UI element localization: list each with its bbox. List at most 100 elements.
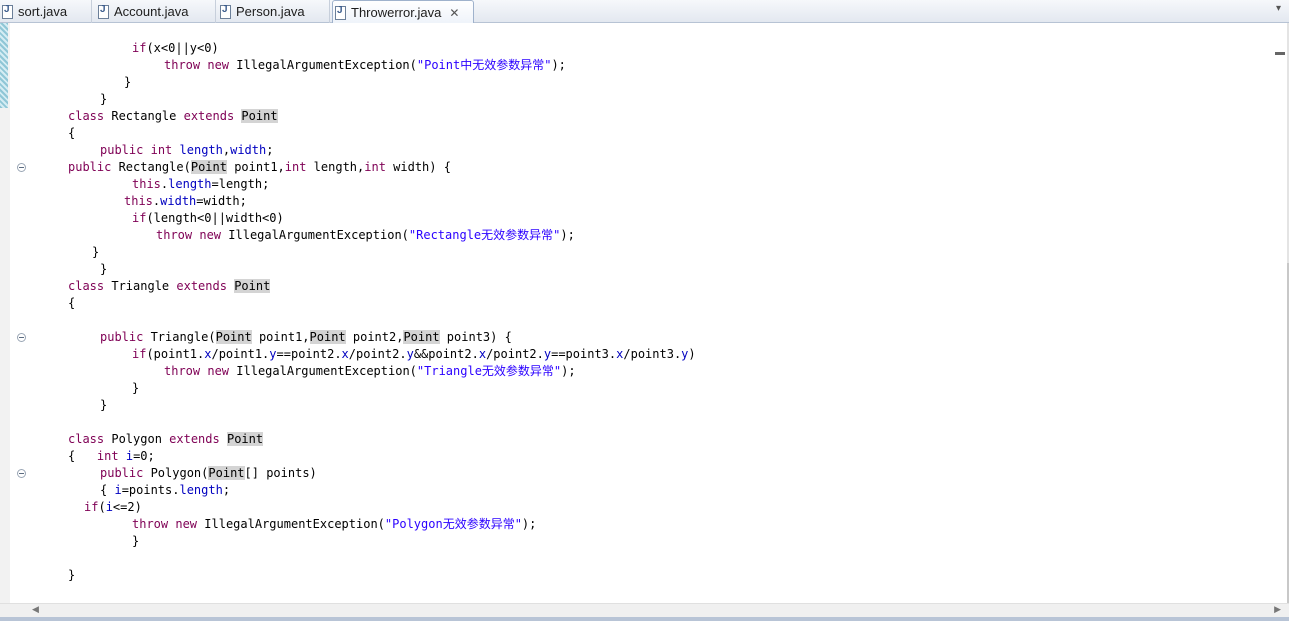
code-line[interactable]: { [68, 295, 75, 312]
code-line[interactable]: public int length,width; [100, 142, 273, 159]
code-line[interactable]: } [132, 533, 139, 550]
code-token: Triangle( [143, 330, 216, 344]
keyword-token: class [68, 279, 105, 293]
code-token: /point2. [348, 347, 407, 361]
highlighted-token: Point [226, 432, 264, 446]
string-token: "Rectangle无效参数异常" [408, 228, 561, 242]
tab-person-java[interactable]: Person.java [218, 0, 330, 23]
code-line[interactable]: throw new IllegalArgumentException("Poly… [132, 516, 536, 533]
code-token: Rectangle [104, 109, 184, 123]
field-token: x [341, 347, 349, 361]
keyword-token: public [100, 466, 144, 480]
code-line[interactable]: if(i<=2) [84, 499, 142, 516]
collapse-fold-icon[interactable] [17, 163, 26, 172]
code-line[interactable]: } [100, 397, 107, 414]
code-token: { [100, 483, 115, 497]
keyword-token: if [84, 500, 99, 514]
code-token: { [68, 126, 76, 140]
code-token: /point3. [623, 347, 682, 361]
code-token: =points. [121, 483, 180, 497]
scroll-left-icon[interactable]: ◀ [32, 604, 39, 615]
code-token: { [68, 296, 76, 310]
field-token: y [269, 347, 277, 361]
code-line[interactable]: if(x<0||y<0) [132, 40, 219, 57]
keyword-token: class [68, 432, 105, 446]
chevron-down-icon[interactable]: ▾ [1276, 3, 1281, 14]
code-line[interactable]: class Triangle extends Point [68, 278, 271, 295]
code-line[interactable]: throw new IllegalArgumentException("Rect… [156, 227, 575, 244]
code-line[interactable]: class Polygon extends Point [68, 431, 264, 448]
code-token: point1, [226, 160, 285, 174]
code-token: ); [551, 58, 566, 72]
code-line[interactable]: public Triangle(Point point1,Point point… [100, 329, 512, 346]
code-line[interactable]: throw new IllegalArgumentException("Tria… [164, 363, 576, 380]
code-token: <=2) [112, 500, 142, 514]
highlighted-token: Point [208, 466, 245, 480]
code-token: length, [306, 160, 365, 174]
keyword-token: if [132, 41, 147, 55]
code-token: } [100, 262, 108, 276]
code-line[interactable]: this.length=length; [132, 176, 269, 193]
keyword-token: throw [164, 364, 201, 378]
keyword-token: int [284, 160, 307, 174]
minimize-icon[interactable]: ▬ [1275, 47, 1285, 58]
field-token: width [160, 194, 197, 208]
code-line[interactable]: } [100, 91, 107, 108]
code-token: &&point2. [413, 347, 479, 361]
code-line[interactable]: if(length<0||width<0) [132, 210, 284, 227]
code-token: Triangle [104, 279, 177, 293]
code-line[interactable]: public Polygon(Point[] points) [100, 465, 317, 482]
field-token: width [230, 143, 267, 157]
code-token: Polygon( [143, 466, 209, 480]
code-line[interactable]: { [68, 125, 75, 142]
string-token: "Triangle无效参数异常" [416, 364, 562, 378]
field-token: i [114, 483, 122, 497]
highlighted-token: Point [241, 109, 278, 123]
keyword-token: throw [132, 517, 169, 531]
keyword-token: extends [176, 279, 227, 293]
code-token: ==point2. [276, 347, 342, 361]
string-token: "Polygon无效参数异常" [384, 517, 522, 531]
keyword-token: extends [169, 432, 220, 446]
horizontal-scrollbar[interactable]: ◀ ▶ [0, 603, 1289, 617]
field-token: length [179, 143, 223, 157]
keyword-token: extends [183, 109, 235, 123]
tab-throwerror-java[interactable]: Throwerror.java ✕ [332, 0, 474, 24]
code-token: ( [98, 500, 106, 514]
editor-tab-bar: sort.java Account.java Person.java Throw… [0, 0, 1289, 24]
code-token: ); [561, 364, 576, 378]
code-line[interactable]: public Rectangle(Point point1,int length… [68, 159, 451, 176]
tab-sort-java[interactable]: sort.java [0, 0, 92, 23]
code-line[interactable]: class Rectangle extends Point [68, 108, 278, 125]
tab-account-java[interactable]: Account.java [96, 0, 216, 23]
code-token: (point1. [146, 347, 205, 361]
highlighted-token: Point [215, 330, 252, 344]
scroll-right-icon[interactable]: ▶ [1274, 604, 1281, 615]
code-token: IllegalArgumentException( [197, 517, 385, 531]
code-line[interactable]: if(point1.x/point1.y==point2.x/point2.y&… [132, 346, 696, 363]
code-token: ; [266, 143, 274, 157]
code-token: } [100, 398, 108, 412]
java-file-icon [335, 5, 346, 20]
code-line[interactable]: } [92, 244, 99, 261]
code-line[interactable]: } [68, 567, 75, 584]
tab-label: sort.java [18, 4, 68, 19]
code-token: [] points) [244, 466, 317, 480]
code-line[interactable]: } [100, 261, 107, 278]
code-line[interactable]: } [132, 380, 139, 397]
code-line[interactable]: throw new IllegalArgumentException("Poin… [164, 57, 566, 74]
close-icon[interactable]: ✕ [449, 6, 459, 20]
code-line[interactable]: { i=points.length; [100, 482, 230, 499]
code-line[interactable]: { int i=0; [68, 448, 155, 465]
code-line[interactable]: } [124, 74, 131, 91]
keyword-token: throw [156, 228, 193, 242]
code-token: ; [222, 483, 231, 497]
collapse-fold-icon[interactable] [17, 333, 26, 342]
code-editor[interactable]: if(x<0||y<0) throw new IllegalArgumentExc… [0, 23, 1289, 603]
keyword-token: public [100, 330, 144, 344]
window-border [0, 617, 1289, 621]
collapse-fold-icon[interactable] [17, 469, 26, 478]
code-line[interactable]: this.width=width; [124, 193, 247, 210]
